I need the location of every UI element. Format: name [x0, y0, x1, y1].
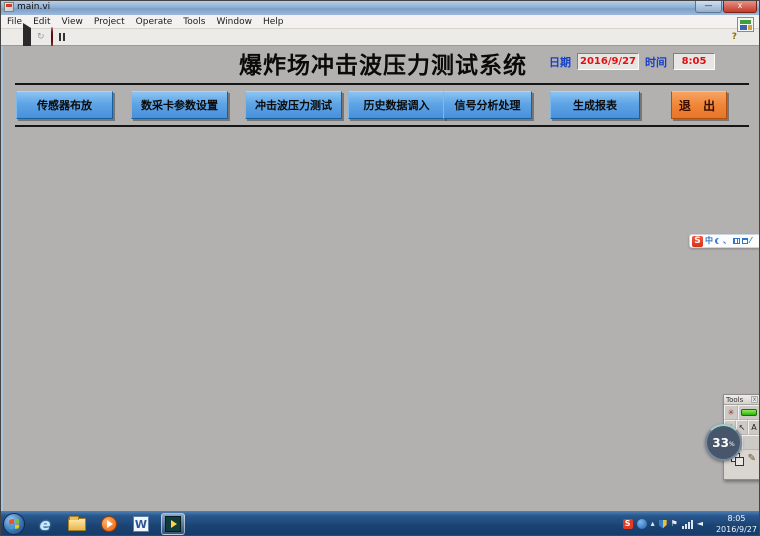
time-value: 8:05: [673, 53, 715, 70]
screen: main.vi — x File Edit View Project Opera…: [0, 0, 760, 536]
tray-sogou-icon[interactable]: S: [623, 519, 633, 529]
window-titlebar[interactable]: main.vi — x: [1, 1, 760, 15]
menu-bar: File Edit View Project Operate Tools Win…: [1, 15, 760, 29]
menu-edit[interactable]: Edit: [33, 17, 50, 27]
windows-logo-icon: [9, 519, 19, 530]
window-title: main.vi: [17, 2, 50, 12]
close-button[interactable]: x: [723, 1, 757, 13]
tray-app-icon[interactable]: [637, 519, 647, 529]
menu-view[interactable]: View: [62, 17, 83, 27]
media-player-icon: [101, 516, 117, 532]
context-help-button[interactable]: ?: [732, 32, 737, 42]
fullwidth-moon-icon[interactable]: [715, 238, 721, 244]
abort-icon: [51, 27, 53, 48]
run-button[interactable]: [23, 28, 31, 47]
separator-line-top: [15, 83, 749, 85]
taskbar-item-ie[interactable]: e: [33, 513, 57, 535]
auto-tool-led: [738, 405, 760, 420]
tools-palette-title: Tools: [726, 396, 743, 404]
tray-show-hidden-icon[interactable]: ▴: [651, 520, 655, 528]
vi-toolbar: ↻: [1, 29, 760, 46]
taskbar-item-labview-active[interactable]: [161, 513, 185, 535]
time-label: 时间: [645, 54, 667, 70]
auto-tool-button[interactable]: ✳: [724, 405, 738, 420]
menu-file[interactable]: File: [7, 17, 22, 27]
folder-icon: [68, 518, 86, 531]
date-value: 2016/9/27: [577, 53, 639, 70]
abort-button[interactable]: [51, 28, 53, 47]
clock-date: 2016/9/27: [716, 524, 757, 535]
paintbrush-icon: ✎: [748, 453, 756, 464]
front-panel: 爆炸场冲击波压力测试系统 日期 2016/9/27 时间 8:05 传感器布放 …: [1, 46, 760, 511]
sensor-deploy-button[interactable]: 传感器布放: [16, 91, 113, 119]
ie-icon: e: [40, 515, 51, 534]
clock-time: 8:05: [716, 513, 757, 524]
date-label: 日期: [549, 54, 571, 70]
taskbar-item-explorer[interactable]: [65, 513, 89, 535]
taskbar-item-word[interactable]: W: [129, 513, 153, 535]
punctuation-icon[interactable]: 、: [723, 235, 731, 247]
system-tray: S ▴ ⚑ ◄: [623, 511, 703, 536]
vi-icon[interactable]: [737, 17, 754, 32]
chinese-mode-icon[interactable]: 中: [705, 235, 713, 247]
background-color-swatch[interactable]: [735, 457, 744, 466]
pause-button[interactable]: [59, 33, 65, 41]
start-button[interactable]: [3, 513, 25, 535]
edit-text-tool[interactable]: A: [748, 420, 760, 435]
soft-keyboard-icon[interactable]: [733, 238, 740, 244]
percent-overlay-badge[interactable]: 33 %: [705, 424, 742, 461]
taskbar-item-media-player[interactable]: [97, 513, 121, 535]
taskbar-clock[interactable]: 8:05 2016/9/27: [716, 513, 757, 535]
generate-report-button[interactable]: 生成报表: [550, 91, 640, 119]
minimize-button[interactable]: —: [695, 1, 722, 13]
sogou-logo-icon[interactable]: S: [692, 236, 703, 247]
percent-unit: %: [729, 441, 735, 448]
exit-button[interactable]: 退 出: [671, 91, 727, 119]
shockwave-pressure-test-button[interactable]: 冲击波压力测试: [245, 91, 342, 119]
menu-project[interactable]: Project: [94, 17, 125, 27]
signal-analysis-button[interactable]: 信号分析处理: [443, 91, 532, 119]
tray-network-icon[interactable]: [682, 520, 693, 529]
tray-security-shield-icon[interactable]: [659, 520, 667, 529]
wrench-icon[interactable]: ⁄: [750, 235, 751, 247]
labview-taskbar-icon: [165, 516, 181, 532]
separator-line-bottom: [15, 125, 749, 127]
datetime-row: 日期 2016/9/27 时间 8:05: [549, 53, 719, 70]
run-continuously-button[interactable]: ↻: [37, 33, 45, 42]
tools-palette-close-icon[interactable]: x: [751, 396, 758, 403]
history-data-load-button[interactable]: 历史数据调入: [348, 91, 445, 119]
daq-card-settings-button[interactable]: 数采卡参数设置: [131, 91, 228, 119]
word-icon: W: [133, 516, 149, 532]
menu-tools[interactable]: Tools: [183, 17, 205, 27]
wand-icon: ✳: [728, 408, 735, 417]
menu-window[interactable]: Window: [216, 17, 252, 27]
led-icon: [741, 409, 757, 416]
color-copy-tool[interactable]: [742, 435, 760, 450]
menu-help[interactable]: Help: [263, 17, 284, 27]
ime-toolbar[interactable]: S 中 、 ⁄: [689, 234, 760, 248]
taskbar: e W S ▴ ⚑ ◄ 8:05 2016/9/27: [1, 511, 760, 536]
toolbox-icon[interactable]: [742, 238, 748, 244]
percent-value: 33: [712, 436, 729, 450]
labview-app-icon: [4, 2, 14, 12]
tray-volume-icon[interactable]: ◄: [697, 520, 703, 528]
tray-action-center-flag-icon[interactable]: ⚑: [671, 520, 678, 528]
menu-operate[interactable]: Operate: [136, 17, 173, 27]
